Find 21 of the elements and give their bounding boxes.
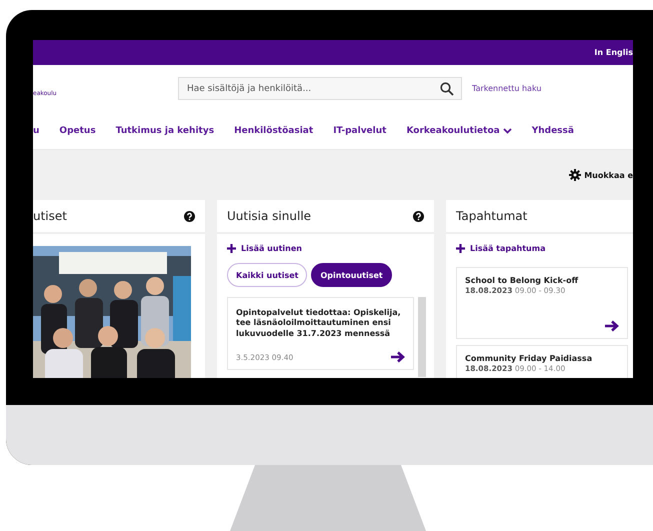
item-title: Opintopalvelut tiedottaa: Opiskelija, tee läsnäoloilmoittautuminen ensi lukuvuodelle 31.7.2023 mennessä <box>236 308 402 340</box>
nav-item[interactable]: Korkeakoulutietoa <box>406 126 512 136</box>
nav-item[interactable]: Yhdessä <box>532 126 574 136</box>
card-title: Uutisia sinulle <box>227 209 312 223</box>
filter-tab[interactable]: Opintouutiset <box>311 263 392 287</box>
add-link[interactable]: Lisää tapahtuma <box>456 244 626 253</box>
nav-item[interactable]: Henkilöstöasiat <box>234 126 314 136</box>
nav-item[interactable]: u <box>33 126 40 136</box>
card-title: Tapahtumat <box>456 209 528 223</box>
nav-item[interactable]: Opetus <box>59 126 96 136</box>
card-title: utiset <box>33 209 67 223</box>
nav-item[interactable]: Tutkimus ja kehitys <box>116 126 214 136</box>
nav-item[interactable]: IT-palvelut <box>333 126 386 136</box>
edit-button[interactable]: Muokkaa e <box>569 169 633 181</box>
item-title: Community Friday Paidiassa <box>465 354 594 364</box>
item-title: School to Belong Kick-off <box>465 276 580 286</box>
language-link[interactable]: In Englis <box>594 48 633 57</box>
search-field[interactable]: Hae sisältöjä ja henkilöitä... <box>178 77 462 100</box>
advanced-search-link[interactable]: Tarkennettu haku <box>472 84 542 93</box>
filter-tab[interactable]: Kaikki uutiset <box>227 263 308 287</box>
add-link[interactable]: Lisää uutinen <box>227 244 424 253</box>
